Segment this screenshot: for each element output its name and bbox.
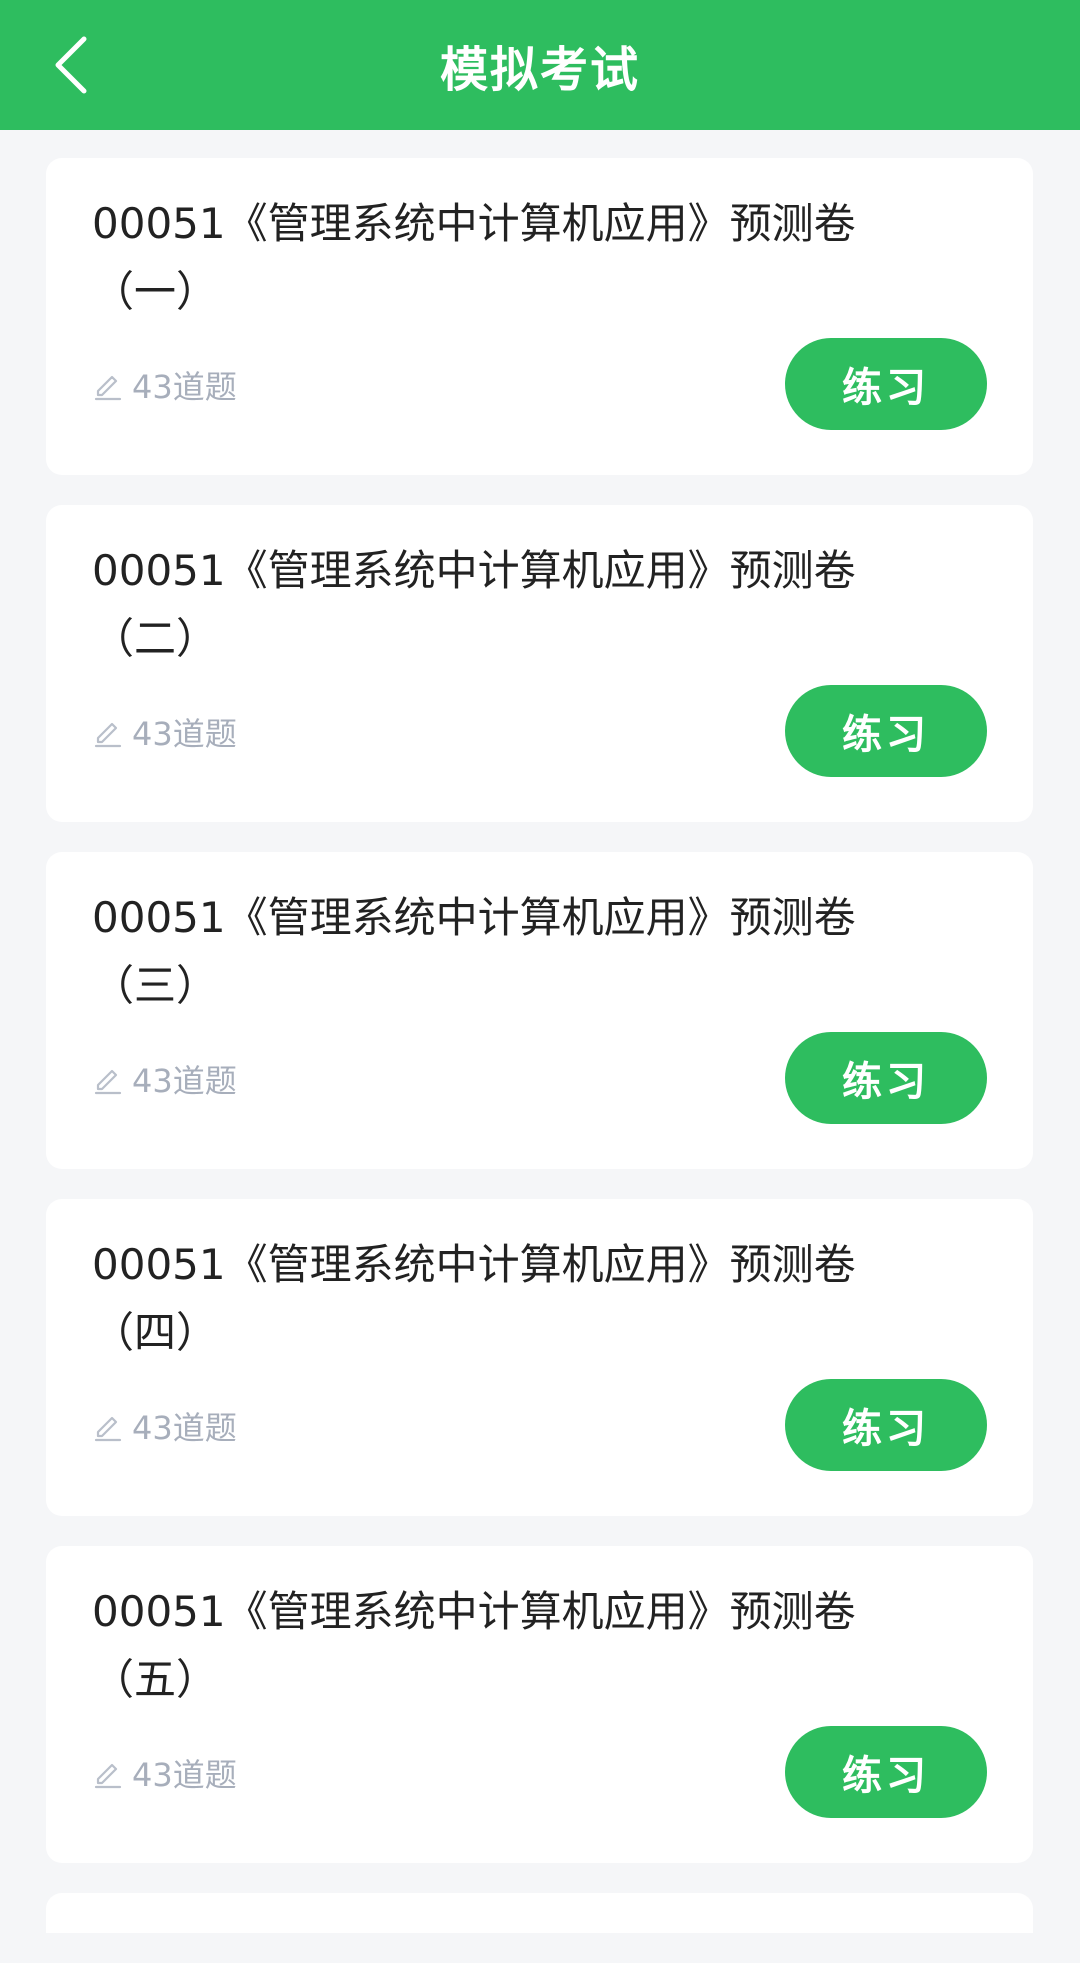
exam-paper-list: 00051《管理系统中计算机应用》预测卷（一） 43道题 练习 00051《管理… [46,158,1033,1963]
practice-button[interactable]: 练习 [785,1726,987,1818]
page-title: 模拟考试 [439,42,640,98]
paper-title: 00051《管理系统中计算机应用》预测卷（五） [92,1587,856,1704]
question-count-label: 43道题 [132,1756,237,1794]
paper-title: 00051《管理系统中计算机应用》预测卷（四） [92,1240,856,1357]
question-count-label: 43道题 [132,1409,237,1447]
exam-paper-card[interactable]: 00051《管理系统中计算机应用》预测卷（三） 43道题 练习 [46,852,1033,1169]
exam-paper-card[interactable]: 00051《管理系统中计算机应用》预测卷（五） 43道题 练习 [46,1546,1033,1863]
exam-paper-card[interactable]: 00051《管理系统中计算机应用》预测卷（四） 43道题 练习 [46,1199,1033,1516]
paper-title: 00051《管理系统中计算机应用》预测卷（三） [92,893,856,1010]
edit-icon [94,375,122,401]
paper-title: 00051《管理系统中计算机应用》预测卷（二） [92,546,856,663]
edit-icon [94,1416,122,1442]
question-count: 43道题 [92,1750,237,1796]
question-count-label: 43道题 [132,368,237,406]
exam-paper-card[interactable]: 00051《管理系统中计算机应用》预测卷（一） 43道题 练习 [46,158,1033,475]
practice-button[interactable]: 练习 [785,685,987,777]
edit-icon [94,1763,122,1789]
back-button[interactable] [36,29,108,101]
chevron-left-icon [55,36,87,94]
question-count: 43道题 [92,362,237,408]
edit-icon [94,1069,122,1095]
question-count: 43道题 [92,709,237,755]
paper-title: 00051《管理系统中计算机应用》预测卷（一） [92,199,856,316]
exam-paper-card[interactable]: 00051《管理系统中计算机应用》预测卷（二） 43道题 练习 [46,505,1033,822]
question-count: 43道题 [92,1403,237,1449]
practice-button[interactable]: 练习 [785,338,987,430]
practice-button[interactable]: 练习 [785,1032,987,1124]
question-count-label: 43道题 [132,1062,237,1100]
question-count-label: 43道题 [132,715,237,753]
practice-button[interactable]: 练习 [785,1379,987,1471]
top-app-bar: 模拟考试 [0,0,1080,130]
exam-paper-card-partial[interactable] [46,1893,1033,1933]
edit-icon [94,722,122,748]
question-count: 43道题 [92,1056,237,1102]
